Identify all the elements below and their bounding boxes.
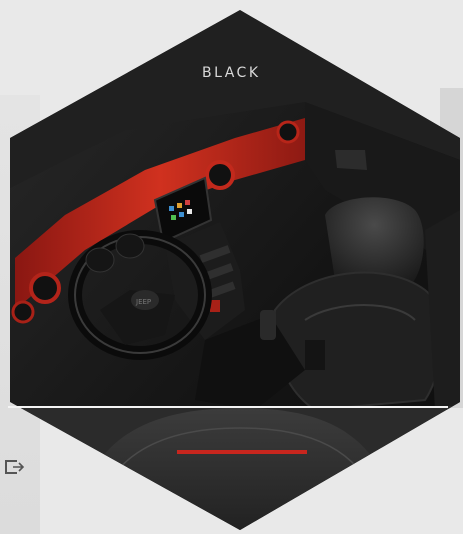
red-stitching [177, 450, 307, 454]
interior-photo-hexagon[interactable]: JEEP [5, 10, 463, 530]
air-vent [29, 272, 61, 304]
air-vent [11, 300, 35, 324]
image-divider [8, 406, 448, 408]
expand-icon[interactable] [3, 455, 27, 477]
air-vent [205, 160, 235, 190]
air-vent [276, 120, 300, 144]
color-swatch-label: BLACK [202, 65, 261, 81]
svg-text:JEEP: JEEP [135, 298, 151, 306]
